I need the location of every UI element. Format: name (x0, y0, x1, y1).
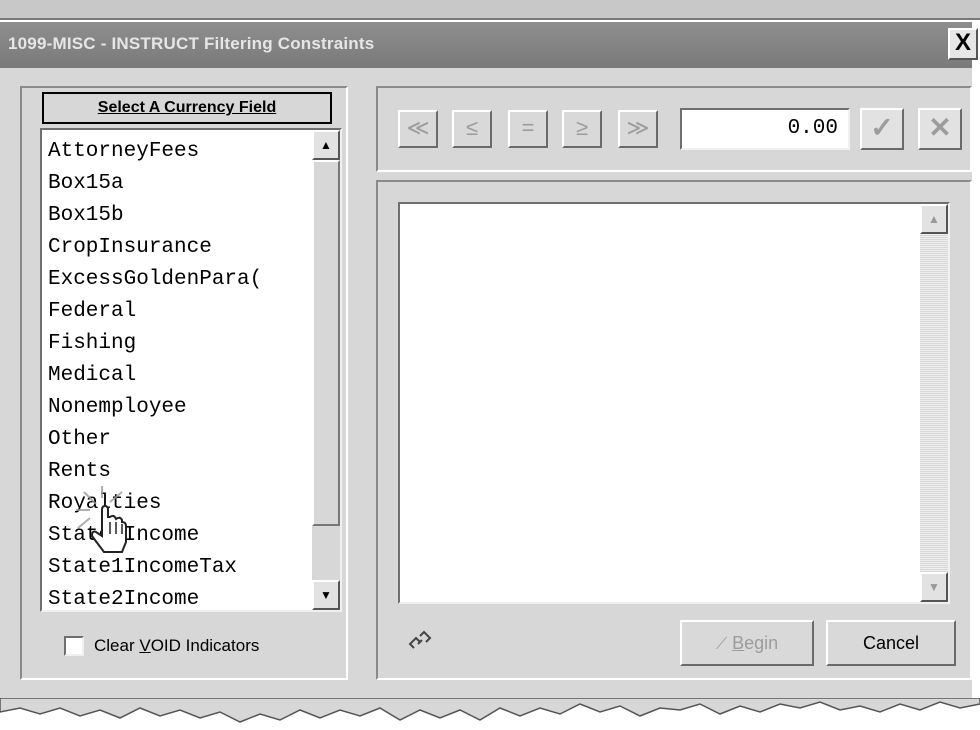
list-item[interactable]: AttorneyFees (48, 136, 262, 168)
list-item[interactable]: ExcessGoldenPara( (48, 264, 262, 296)
list-item[interactable]: State1IncomeTax (48, 552, 262, 584)
list-item[interactable]: Medical (48, 360, 262, 392)
scroll-thumb[interactable] (312, 160, 340, 526)
list-scrollbar[interactable]: ▲ ▼ (312, 130, 340, 610)
last-operator-button[interactable]: ≫ (618, 110, 658, 148)
background-window-strip (0, 0, 980, 20)
torn-edge (0, 698, 980, 723)
less-equal-button[interactable]: ≤ (452, 110, 492, 148)
scroll-down-button[interactable]: ▼ (312, 580, 340, 610)
constraints-text-area[interactable]: ▲ ▼ (398, 202, 950, 604)
link-icon[interactable] (406, 628, 434, 663)
begin-icon: ⟋ (715, 636, 728, 653)
value-input[interactable]: 0.00 (680, 108, 850, 150)
x-icon[interactable]: ✕ (918, 108, 962, 150)
list-item[interactable]: Federal (48, 296, 262, 328)
scroll-up-button[interactable]: ▲ (312, 130, 340, 160)
checkmark-icon[interactable]: ✓ (860, 108, 904, 150)
greater-equal-button[interactable]: ≥ (562, 110, 602, 148)
first-operator-button[interactable]: ≪ (398, 110, 438, 148)
text-scroll-up-button[interactable]: ▲ (920, 204, 948, 234)
title-bar: 1099-MISC - INSTRUCT Filtering Constrain… (0, 22, 978, 68)
clear-void-checkbox[interactable] (64, 636, 84, 656)
close-button[interactable]: X (948, 28, 978, 60)
list-item[interactable]: Box15b (48, 200, 262, 232)
hand-pointer-icon (76, 486, 146, 556)
window-title: 1099-MISC - INSTRUCT Filtering Constrain… (8, 34, 375, 53)
list-item[interactable]: Nonemployee (48, 392, 262, 424)
text-scrollbar[interactable]: ▲ ▼ (920, 204, 948, 602)
begin-button[interactable]: ⟋ Begin (680, 620, 814, 666)
list-item[interactable]: Rents (48, 456, 262, 488)
text-scroll-down-button[interactable]: ▼ (920, 572, 948, 602)
list-item[interactable]: CropInsurance (48, 232, 262, 264)
list-item[interactable]: Other (48, 424, 262, 456)
clear-void-label: Clear VOID Indicators (94, 636, 260, 655)
begin-label: Begin (732, 633, 779, 653)
select-currency-field-header[interactable]: Select A Currency Field (42, 92, 332, 124)
cancel-button[interactable]: Cancel (826, 620, 956, 666)
list-item[interactable]: State2Income (48, 584, 262, 610)
equal-button[interactable]: = (508, 110, 548, 148)
list-item[interactable]: Box15a (48, 168, 262, 200)
list-item[interactable]: Fishing (48, 328, 262, 360)
